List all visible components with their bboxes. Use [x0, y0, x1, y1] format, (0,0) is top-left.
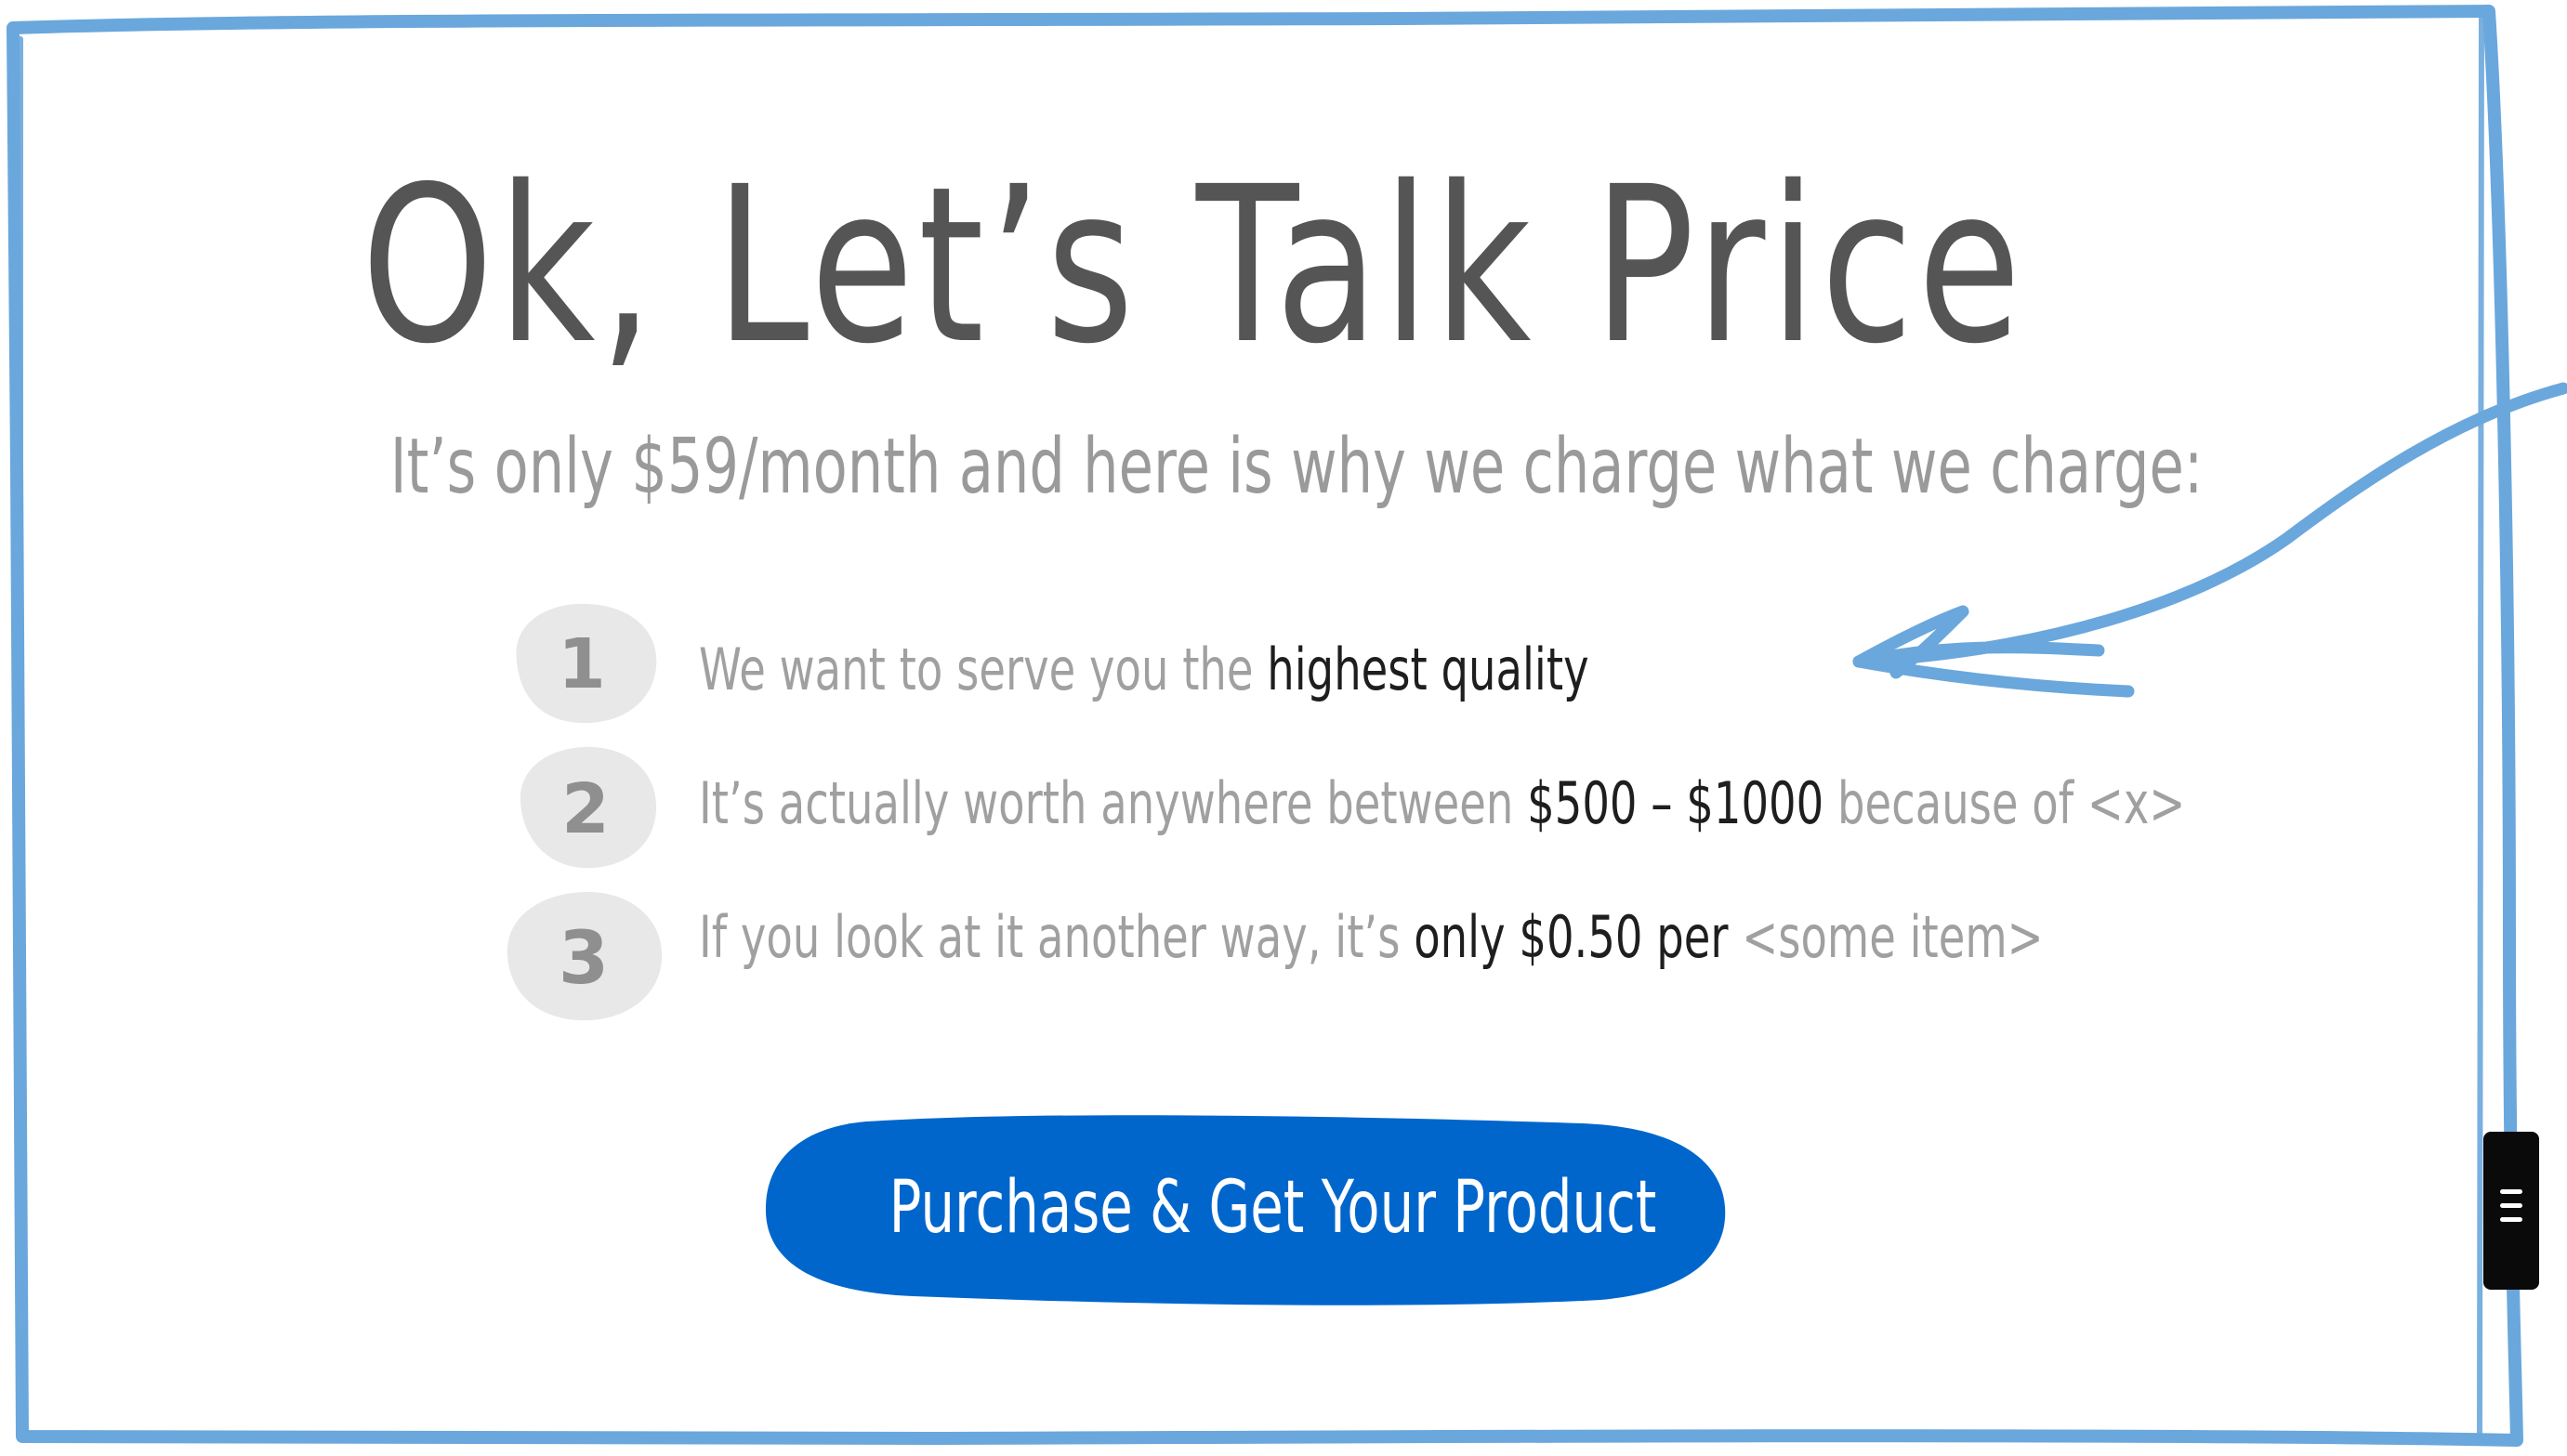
- reason-2-tail: because of <x>: [1823, 769, 2186, 837]
- reason-1-text: We want to serve you the: [699, 636, 1268, 703]
- page-title: Ok, Let’s Talk Price: [361, 140, 2026, 391]
- step-2-badge: 2: [509, 740, 662, 875]
- hamburger-menu-icon[interactable]: [2483, 1132, 2539, 1290]
- reason-2: It’s actually worth anywhere between $50…: [699, 762, 2185, 846]
- step-1-badge: 1: [502, 595, 662, 730]
- reason-3-emphasis: only $0.50 per: [1414, 903, 1729, 971]
- svg-text:2: 2: [561, 769, 610, 849]
- svg-text:3: 3: [559, 917, 609, 1001]
- purchase-button[interactable]: Purchase & Get Your Product: [764, 1110, 1727, 1309]
- purchase-button-label: Purchase & Get Your Product: [889, 1166, 1657, 1250]
- page-subtitle: It’s only $59/month and here is why we c…: [389, 423, 2204, 511]
- reason-1: We want to serve you the highest quality: [699, 628, 1589, 712]
- reason-3: If you look at it another way, it’s only…: [699, 896, 2044, 979]
- reason-2-emphasis: $500 – $1000: [1527, 769, 1824, 837]
- reason-2-text: It’s actually worth anywhere between: [699, 769, 1528, 837]
- svg-text:1: 1: [558, 624, 606, 704]
- reason-3-tail: <some item>: [1728, 903, 2044, 971]
- reason-1-emphasis: highest quality: [1267, 636, 1589, 703]
- reason-3-text: If you look at it another way, it’s: [699, 903, 1415, 971]
- step-3-badge: 3: [494, 883, 671, 1028]
